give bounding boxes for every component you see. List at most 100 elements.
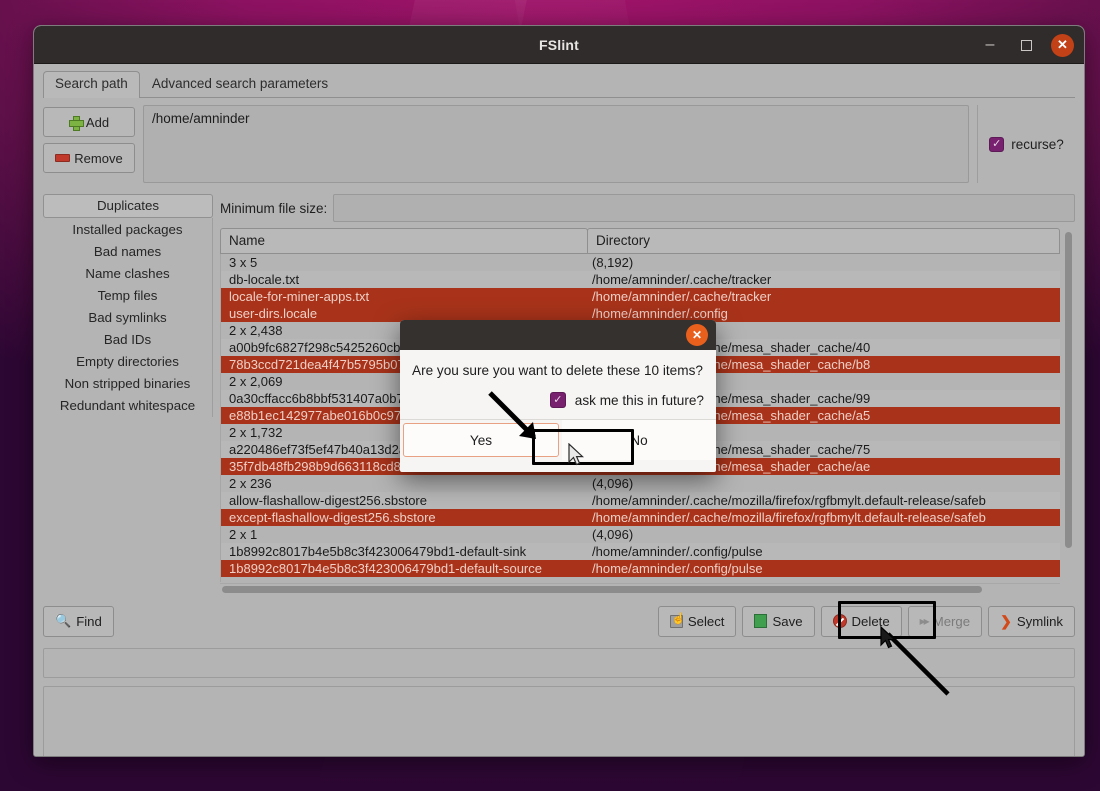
save-button[interactable]: Save (742, 605, 815, 637)
sidebar-item-label: Non stripped binaries (64, 376, 191, 391)
sidebar-item-redundant-whitespace[interactable]: Redundant whitespace (43, 395, 212, 417)
add-button[interactable]: Add (43, 107, 135, 137)
merge-button[interactable]: ▸▸ Merge (907, 605, 983, 637)
select-button[interactable]: Select (657, 605, 737, 637)
save-button-label: Save (772, 613, 803, 629)
cell-directory: /home/amninder/.config/pulse (592, 561, 763, 576)
recurse-checkbox[interactable]: ✓ (989, 136, 1005, 152)
remove-button-label: Remove (74, 150, 123, 166)
ask-again-label: ask me this in future? (574, 392, 704, 408)
tab-advanced-label: Advanced search parameters (151, 76, 329, 91)
maximize-button[interactable] (1015, 34, 1037, 56)
table-row[interactable]: 2 x 236 (4,096) (221, 475, 1060, 492)
cell-name: 2 x 236 (229, 476, 272, 491)
ask-again-checkbox[interactable]: ✓ (549, 392, 566, 408)
cell-directory: (4,096) (592, 527, 634, 542)
dialog-no-button[interactable]: No (562, 420, 716, 460)
add-button-label: Add (85, 114, 110, 130)
merge-button-label: Merge (932, 613, 971, 629)
dialog-message: Are you sure you want to delete these 10… (412, 363, 703, 378)
symlink-button[interactable]: ❯ Symlink (988, 605, 1075, 637)
table-row[interactable]: db-locale.txt/home/amninder/.cache/track… (221, 271, 1060, 288)
table-row[interactable]: 1b8992c8017b4e5b8c3f423006479bd1-default… (221, 543, 1060, 560)
tab-advanced-search-parameters[interactable]: Advanced search parameters (140, 71, 340, 97)
symlink-icon: ❯ (1000, 612, 1012, 629)
merge-icon: ▸▸ (919, 614, 930, 628)
cell-name: db-locale.txt (229, 272, 300, 287)
save-icon (754, 614, 768, 628)
sidebar-item-label: Redundant whitespace (59, 398, 196, 413)
column-header-name[interactable]: Name (220, 228, 588, 254)
sidebar-item-installed-packages[interactable]: Installed packages (43, 219, 212, 241)
path-buttons: Add Remove (43, 105, 135, 183)
delete-icon (832, 614, 847, 628)
minus-icon (55, 154, 71, 162)
sidebar-rest: Installed packages Bad names Name clashe… (43, 218, 213, 417)
table-row[interactable]: except-flashallow-digest256.sbstore/home… (221, 509, 1060, 526)
sidebar-item-bad-symlinks[interactable]: Bad symlinks (43, 307, 212, 329)
table-row[interactable]: 2 x 1 (4,096) (221, 526, 1060, 543)
search-path-entry[interactable]: /home/amninder (152, 111, 960, 126)
dialog-ask-option[interactable]: ✓ ask me this in future? (400, 378, 716, 408)
sidebar-item-label: Name clashes (85, 266, 170, 281)
sidebar-item-label: Bad names (93, 244, 162, 259)
find-button[interactable]: 🔍 Find (43, 605, 114, 637)
checkmark-icon: ✓ (992, 137, 1002, 150)
horizontal-scroll-thumb[interactable] (222, 586, 982, 593)
cell-directory: /home/amninder/.cache/tracker (592, 289, 772, 304)
minimize-icon: – (985, 36, 995, 53)
cell-name: 2 x 1 (229, 527, 258, 542)
action-toolbar: 🔍 Find Select Save Delete ▸▸ Me (43, 601, 1075, 639)
cell-name: allow-flashallow-digest256.sbstore (229, 493, 427, 508)
vertical-scrollbar[interactable] (1061, 228, 1075, 594)
sidebar-item-name-clashes[interactable]: Name clashes (43, 263, 212, 285)
sidebar-item-label: Temp files (97, 288, 158, 303)
table-row[interactable]: allow-flashallow-digest256.sbstore/home/… (221, 492, 1060, 509)
delete-button[interactable]: Delete (820, 605, 902, 637)
tab-search-path[interactable]: Search path (43, 71, 140, 98)
search-icon: 🔍 (55, 613, 72, 628)
table-row[interactable]: 3 x 5 (8,192) (221, 254, 1060, 271)
dialog-yes-button[interactable]: Yes (403, 423, 559, 457)
sidebar-item-empty-directories[interactable]: Empty directories (43, 351, 212, 373)
table-row[interactable]: 1b8992c8017b4e5b8c3f423006479bd1-default… (221, 560, 1060, 577)
dialog-close-button[interactable]: ✕ (686, 324, 708, 346)
select-button-label: Select (687, 613, 725, 629)
minimum-file-size-input[interactable] (333, 194, 1075, 222)
minimize-button[interactable]: – (979, 34, 1001, 56)
horizontal-scrollbar[interactable] (220, 583, 1060, 594)
cell-name: except-flashallow-digest256.sbstore (229, 510, 436, 525)
dialog-actions: Yes No (400, 420, 716, 460)
checkmark-icon: ✓ (553, 393, 563, 406)
status-panel-top (43, 648, 1075, 678)
cell-directory: /home/amninder/.cache/mozilla/firefox/rg… (592, 510, 986, 525)
cell-directory: /home/amninder/.cache/tracker (592, 272, 772, 287)
window-titlebar: FSlint – ✕ (34, 26, 1084, 64)
sidebar-item-non-stripped-binaries[interactable]: Non stripped binaries (43, 373, 212, 395)
table-row[interactable]: locale-for-miner-apps.txt/home/amninder/… (221, 288, 1060, 305)
cell-name: user-dirs.locale (229, 306, 318, 321)
sidebar-item-bad-ids[interactable]: Bad IDs (43, 329, 212, 351)
window-controls: – ✕ (979, 26, 1074, 64)
tab-search-path-label: Search path (55, 76, 128, 91)
minimum-file-size-label: Minimum file size: (220, 200, 328, 216)
close-icon: ✕ (1057, 37, 1068, 52)
cell-directory: /home/amninder/.config/pulse (592, 544, 763, 559)
recurse-option[interactable]: ✓ recurse? (977, 105, 1075, 183)
remove-button[interactable]: Remove (43, 143, 135, 173)
close-button[interactable]: ✕ (1051, 33, 1074, 57)
column-header-directory[interactable]: Directory (587, 228, 1060, 254)
sidebar-item-label: Bad symlinks (88, 310, 167, 325)
plus-icon (68, 115, 84, 131)
find-button-label: Find (76, 613, 102, 629)
vertical-scroll-thumb[interactable] (1065, 232, 1072, 548)
cell-name: 1b8992c8017b4e5b8c3f423006479bd1-default… (229, 561, 542, 576)
sidebar-item-bad-names[interactable]: Bad names (43, 241, 212, 263)
search-path-list[interactable]: /home/amninder (143, 105, 969, 183)
sidebar-item-label: Installed packages (72, 222, 183, 237)
cell-directory: /home/amninder/.config (592, 306, 728, 321)
recurse-label: recurse? (1011, 136, 1064, 152)
sidebar-item-temp-files[interactable]: Temp files (43, 285, 212, 307)
sidebar-item-duplicates[interactable]: Duplicates (43, 194, 213, 218)
status-panel-bottom (43, 686, 1075, 756)
